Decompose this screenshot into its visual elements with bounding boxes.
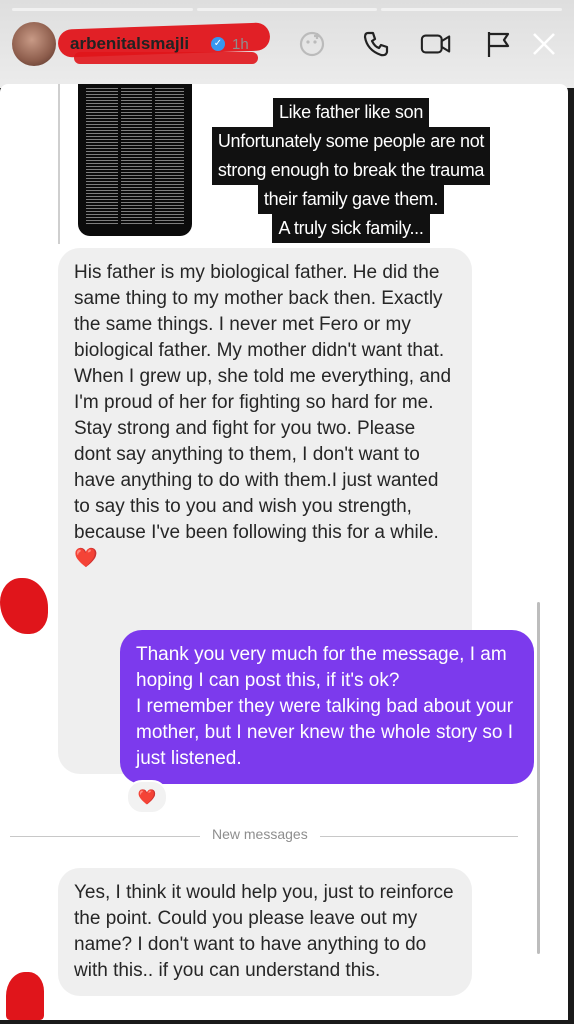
caption-line: their family gave them. bbox=[257, 185, 445, 214]
progress-segment bbox=[381, 8, 563, 11]
caption-line: Like father like son bbox=[272, 98, 430, 127]
username[interactable]: arbenitalsmajli bbox=[70, 34, 189, 54]
reaction-emoji: ❤️ bbox=[137, 789, 157, 806]
close-icon[interactable] bbox=[528, 28, 560, 60]
message-thread[interactable]: Like father like son Unfortunately some … bbox=[0, 84, 568, 1020]
new-messages-label: New messages bbox=[200, 826, 320, 842]
caption-line: Unfortunately some people are not bbox=[211, 127, 491, 156]
outgoing-message[interactable]: Thank you very much for the message, I a… bbox=[120, 630, 534, 784]
story-progress-bar bbox=[12, 8, 563, 11]
story-thumbnail[interactable] bbox=[78, 84, 192, 236]
video-icon[interactable] bbox=[420, 28, 452, 60]
story-caption: Like father like son Unfortunately some … bbox=[205, 98, 497, 243]
caption-line: strong enough to break the trauma bbox=[211, 156, 491, 185]
redaction-mark bbox=[6, 972, 44, 1020]
timestamp: 1h bbox=[232, 36, 249, 53]
heart-reaction-icon[interactable]: ❤️ bbox=[126, 780, 168, 814]
progress-segment bbox=[12, 8, 193, 11]
scrollbar[interactable] bbox=[537, 602, 540, 954]
story-column-gap bbox=[152, 86, 155, 226]
progress-segment bbox=[196, 8, 378, 11]
phone-icon[interactable] bbox=[360, 28, 392, 60]
header-bar: arbenitalsmajli ✓ 1h bbox=[0, 0, 574, 88]
story-column-gap bbox=[118, 86, 121, 226]
caption-line: A truly sick family... bbox=[272, 214, 430, 243]
flag-icon[interactable] bbox=[482, 28, 514, 60]
avatar[interactable] bbox=[12, 22, 56, 66]
effects-icon[interactable] bbox=[296, 28, 328, 60]
verified-icon: ✓ bbox=[211, 37, 225, 51]
story-text-image bbox=[86, 86, 184, 226]
incoming-message[interactable]: Yes, I think it would help you, just to … bbox=[58, 868, 472, 996]
story-reply-bar bbox=[58, 84, 60, 244]
